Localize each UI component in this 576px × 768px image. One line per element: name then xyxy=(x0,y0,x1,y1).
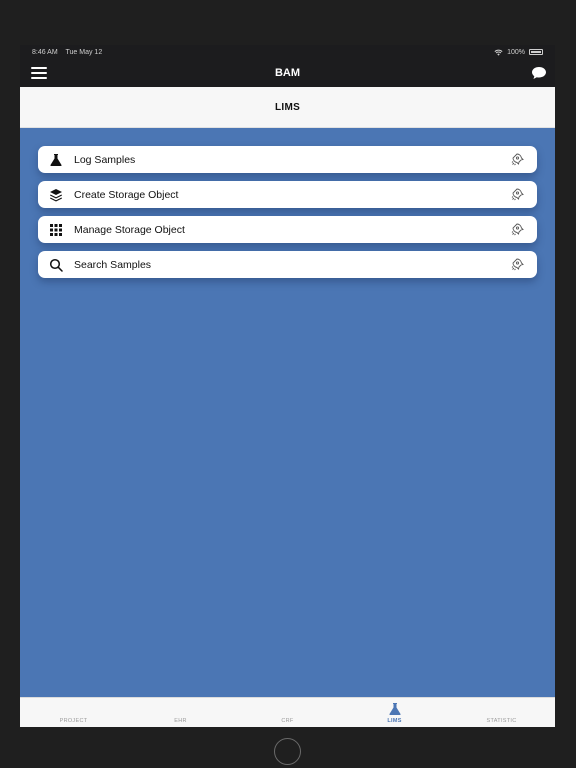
navigation-bar: BAM xyxy=(20,59,555,87)
tab-label: PROJECT xyxy=(59,718,88,724)
battery-icon xyxy=(529,49,543,55)
menu-item-label: Create Storage Object xyxy=(74,188,179,201)
device-screen: 8:46 AM Tue May 12 100% BAM LIMS Log Sam… xyxy=(20,45,555,727)
flask-icon xyxy=(48,152,64,168)
content-area: Log Samples Create Storage Object Manage… xyxy=(20,128,555,697)
tab-bar: PROJECT EHR CRF LIMS STATISTIC xyxy=(20,697,555,727)
home-button[interactable] xyxy=(274,738,301,765)
menu-item-search-samples[interactable]: Search Samples xyxy=(38,251,537,278)
chat-bubble-icon[interactable] xyxy=(531,66,547,80)
tab-project[interactable]: PROJECT xyxy=(20,698,127,727)
app-title: BAM xyxy=(274,67,301,79)
hamburger-menu-icon[interactable] xyxy=(31,67,47,79)
wifi-icon xyxy=(494,49,503,56)
tab-ehr[interactable]: EHR xyxy=(127,698,234,727)
status-date: Tue May 12 xyxy=(65,48,103,56)
section-header: LIMS xyxy=(20,87,555,128)
rocket-icon xyxy=(511,257,527,273)
menu-item-label: Log Samples xyxy=(74,153,136,166)
rocket-icon xyxy=(511,222,527,238)
tab-crf[interactable]: CRF xyxy=(234,698,341,727)
status-left: 8:46 AM Tue May 12 xyxy=(32,49,108,56)
status-right: 100% xyxy=(494,49,543,56)
tab-label: STATISTIC xyxy=(486,718,517,724)
flask-icon xyxy=(388,703,401,715)
menu-item-label: Search Samples xyxy=(74,258,152,271)
section-title: LIMS xyxy=(274,101,301,113)
tab-label: LIMS xyxy=(387,718,402,724)
tab-statistic[interactable]: STATISTIC xyxy=(448,698,555,727)
status-time: 8:46 AM xyxy=(32,48,58,56)
menu-item-manage-storage-object[interactable]: Manage Storage Object xyxy=(38,216,537,243)
status-bar: 8:46 AM Tue May 12 100% xyxy=(20,45,555,59)
battery-percent: 100% xyxy=(507,48,525,56)
menu-item-create-storage-object[interactable]: Create Storage Object xyxy=(38,181,537,208)
rocket-icon xyxy=(511,152,527,168)
search-icon xyxy=(48,257,64,273)
tab-label: CRF xyxy=(281,718,294,724)
tab-lims[interactable]: LIMS xyxy=(341,698,448,727)
grid-icon xyxy=(48,222,64,238)
menu-item-label: Manage Storage Object xyxy=(74,223,185,236)
menu-item-log-samples[interactable]: Log Samples xyxy=(38,146,537,173)
rocket-icon xyxy=(511,187,527,203)
layers-icon xyxy=(48,187,64,203)
tab-label: EHR xyxy=(174,718,187,724)
